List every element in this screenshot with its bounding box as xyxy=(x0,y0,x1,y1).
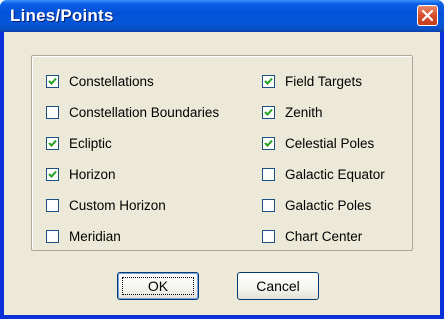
checkbox-constellations[interactable]: Constellations xyxy=(46,73,154,89)
dialog-body: Constellations Constellation Boundaries … xyxy=(4,32,440,315)
check-icon xyxy=(48,170,57,178)
checkbox-label: Ecliptic xyxy=(69,135,112,151)
checkbox-constellation-boundaries[interactable]: Constellation Boundaries xyxy=(46,104,219,120)
check-icon xyxy=(48,77,57,85)
checkbox-box[interactable] xyxy=(46,136,59,150)
checkbox-box[interactable] xyxy=(262,198,275,212)
checkbox-label: Galactic Poles xyxy=(285,197,372,213)
checkbox-label: Horizon xyxy=(69,166,116,182)
checkbox-label: Celestial Poles xyxy=(285,135,375,151)
checkbox-galactic-equator[interactable]: Galactic Equator xyxy=(262,166,385,182)
focus-rect xyxy=(122,277,194,295)
checkbox-box[interactable] xyxy=(46,105,59,119)
checkbox-label: Constellation Boundaries xyxy=(69,104,220,120)
dialog-window: Lines/Points Constellations Constellatio… xyxy=(0,0,444,319)
checkbox-label: Chart Center xyxy=(285,228,363,244)
checkbox-meridian[interactable]: Meridian xyxy=(46,228,121,244)
check-icon xyxy=(264,77,273,85)
checkbox-box[interactable] xyxy=(46,229,59,243)
check-icon xyxy=(264,108,273,116)
checkbox-field-targets[interactable]: Field Targets xyxy=(262,73,362,89)
checkbox-box[interactable] xyxy=(46,198,59,212)
close-button[interactable] xyxy=(417,5,438,26)
checkbox-horizon[interactable]: Horizon xyxy=(46,166,116,182)
checkbox-label: Galactic Equator xyxy=(285,166,385,182)
checkbox-box[interactable] xyxy=(262,167,275,181)
cancel-button-label: Cancel xyxy=(256,278,300,294)
checkbox-zenith[interactable]: Zenith xyxy=(262,104,323,120)
close-icon xyxy=(422,10,433,21)
checkbox-ecliptic[interactable]: Ecliptic xyxy=(46,135,112,151)
checkbox-label: Zenith xyxy=(285,104,323,120)
checkbox-label: Field Targets xyxy=(285,73,363,89)
checkbox-celestial-poles[interactable]: Celestial Poles xyxy=(262,135,374,151)
title-bar[interactable]: Lines/Points xyxy=(0,0,444,32)
check-icon xyxy=(48,139,57,147)
check-icon xyxy=(264,139,273,147)
checkbox-box[interactable] xyxy=(262,136,275,150)
checkbox-label: Meridian xyxy=(69,228,121,244)
checkbox-box[interactable] xyxy=(46,74,59,88)
checkbox-label: Custom Horizon xyxy=(69,197,166,213)
checkbox-chart-center[interactable]: Chart Center xyxy=(262,228,362,244)
window-title: Lines/Points xyxy=(10,6,114,25)
checkbox-box[interactable] xyxy=(262,229,275,243)
options-group: Constellations Constellation Boundaries … xyxy=(31,55,413,251)
checkbox-custom-horizon[interactable]: Custom Horizon xyxy=(46,197,166,213)
ok-button[interactable]: OK xyxy=(117,272,199,300)
checkbox-label: Constellations xyxy=(69,73,154,89)
checkbox-galactic-poles[interactable]: Galactic Poles xyxy=(262,197,371,213)
cancel-button[interactable]: Cancel xyxy=(237,272,319,300)
checkbox-box[interactable] xyxy=(262,105,275,119)
checkbox-box[interactable] xyxy=(46,167,59,181)
checkbox-box[interactable] xyxy=(262,74,275,88)
